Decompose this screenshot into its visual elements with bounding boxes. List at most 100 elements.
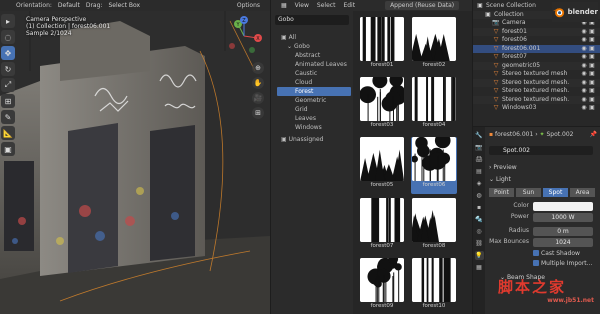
preview-panel-header[interactable]: › Preview	[489, 163, 597, 172]
render-camera-icon[interactable]: ▣	[588, 53, 596, 62]
render-tab-icon[interactable]: 📷	[475, 143, 484, 152]
pan-hand-icon[interactable]: ✋	[252, 77, 264, 89]
render-camera-icon[interactable]: ▣	[588, 36, 596, 45]
asset-thumbnail[interactable]	[360, 17, 404, 61]
view-layer-tab-icon[interactable]: ▤	[475, 167, 484, 176]
spot-light-button[interactable]: Spot	[543, 188, 569, 197]
asset-thumbnail[interactable]	[412, 17, 456, 61]
editor-type-icon[interactable]: ▦	[281, 2, 287, 9]
3d-viewport[interactable]: Orientation: Default Drag: Select Box Op…	[0, 0, 270, 314]
rotate-icon[interactable]: ↻	[1, 62, 15, 76]
constraints-tab-icon[interactable]: ⛓	[475, 239, 484, 248]
outliner-row[interactable]: ▽ Stereo textured mesh ◉ ▣	[473, 70, 600, 79]
outliner-row[interactable]: ▽ forest06 ◉ ▣	[473, 36, 600, 45]
catalog-item[interactable]: Windows	[277, 123, 351, 132]
catalog-item[interactable]: Abstract	[277, 51, 351, 60]
physics-tab-icon[interactable]: ◎	[475, 227, 484, 236]
light-data-tab-icon[interactable]: 💡	[474, 251, 484, 260]
asset-tile[interactable]: forest01	[359, 17, 405, 73]
asset-tile[interactable]: forest02	[411, 17, 457, 73]
asset-tile[interactable]: forest08	[411, 197, 457, 254]
menu-edit[interactable]: Edit	[343, 2, 355, 9]
asset-tile[interactable]: forest04	[411, 77, 457, 133]
catalog-item[interactable]: Animated Leaves	[277, 60, 351, 69]
render-camera-icon[interactable]: ▣	[588, 87, 596, 96]
menu-select[interactable]: Select	[317, 2, 336, 9]
render-camera-icon[interactable]: ▣	[588, 96, 596, 105]
asset-tile[interactable]: forest10	[411, 257, 457, 314]
asset-tile[interactable]: forest09	[359, 257, 405, 314]
visibility-eye-icon[interactable]: ◉	[580, 62, 588, 71]
cast-shadow-checkbox[interactable]: Cast Shadow	[533, 249, 595, 258]
catalog-item[interactable]: Cloud	[277, 78, 351, 87]
radius-field[interactable]: 0 m	[533, 227, 593, 236]
asset-thumbnail[interactable]	[360, 137, 404, 182]
camera-view-icon[interactable]: 🎥	[252, 92, 264, 104]
object-tab-icon[interactable]: ▪	[475, 203, 484, 212]
power-field[interactable]: 1000 W	[533, 213, 593, 222]
navigation-gizmo[interactable]: X Y Z	[224, 16, 264, 56]
multiple-importance-check-icon[interactable]	[533, 259, 539, 266]
catalog-item[interactable]: ▣ Unassigned	[277, 135, 351, 144]
max-bounces-field[interactable]: 1024	[533, 238, 593, 247]
visibility-eye-icon[interactable]: ◉	[580, 28, 588, 37]
drag-dropdown[interactable]: Select Box	[108, 2, 140, 9]
light-datablock-field[interactable]: Spot.002	[489, 146, 593, 155]
visibility-eye-icon[interactable]: ◉	[580, 87, 588, 96]
render-camera-icon[interactable]: ▣	[588, 45, 596, 54]
tool-tab-icon[interactable]: 🔧	[475, 131, 484, 140]
asset-thumbnail[interactable]	[412, 77, 456, 122]
world-tab-icon[interactable]: ◍	[475, 191, 484, 200]
texture-tab-icon[interactable]: ▦	[475, 263, 484, 272]
outliner-row[interactable]: ▽ Stereo textured mesh. ◉ ▣	[473, 95, 600, 105]
pin-icon[interactable]: 📌	[590, 130, 597, 139]
catalog-item[interactable]: Caustic	[277, 69, 351, 78]
area-light-button[interactable]: Area	[570, 188, 596, 197]
cast-shadow-check-icon[interactable]	[533, 249, 539, 256]
orientation-dropdown[interactable]: Default	[58, 2, 80, 9]
outliner-row[interactable]: ▽ Windows03 ◉ ▣	[473, 104, 600, 113]
asset-tile[interactable]: forest03	[359, 77, 405, 133]
outliner-row[interactable]: ▽ forest06.001 ◉ ▣	[473, 44, 600, 54]
outliner-row[interactable]: ▽ forest01 ◉ ▣	[473, 27, 600, 37]
select-icon[interactable]: ◌	[1, 30, 15, 44]
catalog-item[interactable]: Leaves	[277, 114, 351, 123]
outliner-row[interactable]: ▽ Stereo textured mesh. ◉ ▣	[473, 87, 600, 96]
measure-icon[interactable]: 📐	[1, 126, 15, 140]
scale-icon[interactable]: ⤢	[1, 78, 15, 92]
render-camera-icon[interactable]: ▣	[588, 79, 596, 88]
outliner-row[interactable]: ▽ geometric05 ◉ ▣	[473, 61, 600, 71]
cursor-icon[interactable]: ▸	[1, 14, 15, 28]
multiple-importance-checkbox[interactable]: Multiple Import...	[533, 259, 595, 268]
options-dropdown[interactable]: Options	[237, 2, 270, 9]
asset-tile[interactable]: forest06	[411, 137, 457, 194]
viewport-render[interactable]	[0, 11, 270, 314]
visibility-eye-icon[interactable]: ◉	[580, 96, 588, 105]
asset-tile[interactable]: forest05	[359, 137, 405, 193]
grid-view-icon[interactable]: ⊞	[252, 107, 264, 119]
outliner-row[interactable]: ▽ Stereo textured mesh. ◉ ▣	[473, 78, 600, 88]
visibility-eye-icon[interactable]: ◉	[580, 79, 588, 88]
library-dropdown[interactable]: Gobo	[275, 15, 349, 25]
zoom-icon[interactable]: ⊕	[252, 62, 264, 74]
menu-view[interactable]: View	[295, 2, 309, 9]
visibility-eye-icon[interactable]: ◉	[580, 36, 588, 45]
annotate-icon[interactable]: ✎	[1, 110, 15, 124]
color-swatch[interactable]	[533, 202, 593, 211]
light-panel-header[interactable]: ⌄ Light	[489, 175, 597, 184]
modifier-tab-icon[interactable]: 🔩	[475, 215, 484, 224]
asset-thumbnail[interactable]	[412, 197, 456, 242]
asset-thumbnail[interactable]	[412, 137, 456, 182]
scene-tab-icon[interactable]: ◈	[475, 179, 484, 188]
transform-icon[interactable]: ⊞	[1, 94, 15, 108]
render-camera-icon[interactable]: ▣	[588, 70, 596, 79]
render-camera-icon[interactable]: ▣	[588, 28, 596, 37]
catalog-item[interactable]: Geometric	[277, 96, 351, 105]
render-camera-icon[interactable]: ▣	[588, 62, 596, 71]
asset-tile[interactable]: forest07	[359, 197, 405, 254]
visibility-eye-icon[interactable]: ◉	[580, 104, 588, 113]
import-mode-dropdown[interactable]: Append (Reuse Data)	[385, 1, 460, 10]
asset-thumbnail[interactable]	[360, 197, 404, 242]
catalog-item[interactable]: ⌄ Gobo	[277, 42, 351, 51]
render-camera-icon[interactable]: ▣	[588, 104, 596, 113]
